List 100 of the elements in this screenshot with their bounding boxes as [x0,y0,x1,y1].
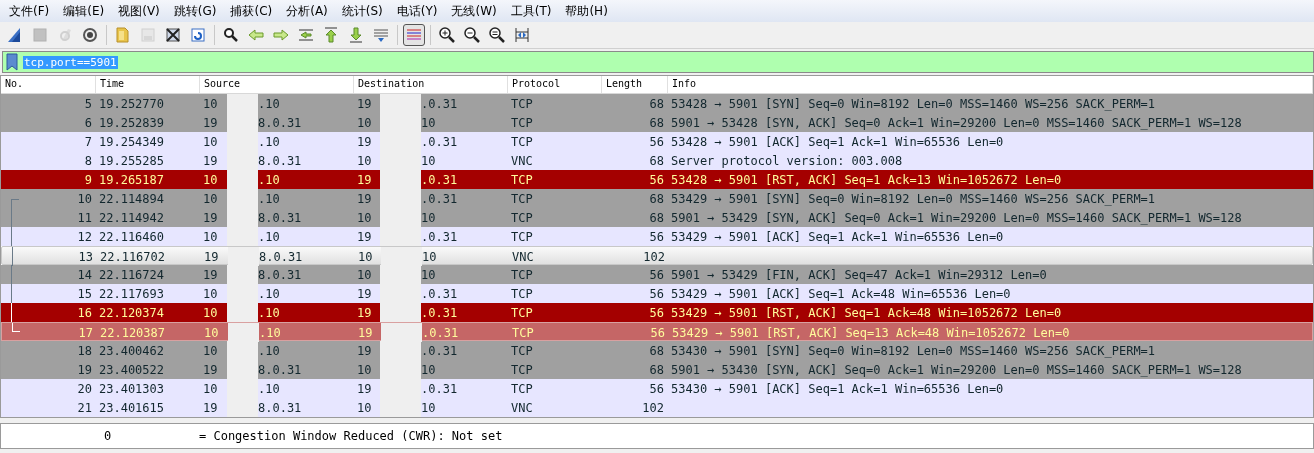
menu-item[interactable]: 无线(W) [444,2,504,20]
menu-item[interactable]: 工具(T) [503,2,559,20]
address-text: .10 [258,305,280,320]
time-cell-text: 22.116724 [98,267,166,282]
column-header[interactable]: Protocol [508,76,602,93]
length-cell-text: 56 [648,286,665,301]
column-header[interactable]: Source [200,76,354,93]
address-text: 10 [202,381,219,396]
packet-row[interactable]: 19 23.400522 19 8.0.31 10 10 TCP 68 5901 → 53430 [SYN, ACK] Seq=0 Ack=1 Win=29200 Len=0 MSS=1460 SACK_PERM=1 WS=128 [1,360,1313,379]
packet-row[interactable]: 21 23.401615 19 8.0.31 10 10 VNC 102 [1,398,1313,417]
packet-number: 5 [84,96,92,111]
menu-item[interactable]: 编辑(E) [56,2,112,20]
menu-item[interactable]: 统计(S) [334,2,390,20]
address-text: 10 [421,153,436,168]
protocol-cell-text: TCP [510,210,534,225]
packet-row[interactable]: 14 22.116724 19 8.0.31 10 10 TCP 56 5901 → 53429 [FIN, ACK] Seq=47 Ack=1 Win=29312 Len=0 [1,265,1313,284]
info-cell-text: 53430 → 5901 [SYN] Seq=0 Win=8192 Len=0 MSS=1460 WS=256 SACK_PERM=1 [670,343,1157,358]
length-cell-text: 68 [648,191,665,206]
protocol-cell-text: TCP [510,191,534,206]
protocol-cell-text: VNC [511,249,535,264]
menu-item[interactable]: 分析(A) [279,2,335,20]
protocol-cell-text: VNC [510,153,534,168]
packet-number: 16 [77,305,92,320]
time-cell-text: 23.400522 [98,362,166,377]
colorize-icon[interactable] [403,24,425,46]
column-header[interactable]: No. [1,76,96,93]
menu-item[interactable]: 文件(F) [2,2,57,20]
time-cell-text: 19.252839 [98,115,166,130]
packet-row[interactable]: 20 23.401303 10 .10 19 .0.31 TCP 56 53430 → 5901 [ACK] Seq=1 Ack=1 Win=65536 Len=0 [1,379,1313,398]
protocol-cell-text: VNC [510,400,534,415]
packet-row[interactable]: 18 23.400462 10 .10 19 .0.31 TCP 68 53430 → 5901 [SYN] Seq=0 Win=8192 Len=0 MSS=1460 WS=256 SACK_PERM=1 [1,341,1313,360]
address-text: .0.31 [421,96,458,111]
info-cell-text: 53428 → 5901 [SYN] Seq=0 Win=8192 Len=0 MSS=1460 WS=256 SACK_PERM=1 [670,96,1157,111]
address-text: 19 [202,267,219,282]
menu-item[interactable]: 帮助(H) [558,2,615,20]
address-text: .10 [258,343,280,358]
address-text: .10 [258,96,280,111]
column-header[interactable]: Time [96,76,200,93]
address-text: .10 [258,134,280,149]
packet-row[interactable]: 6 19.252839 19 8.0.31 10 10 TCP 68 5901 → 53428 [SYN, ACK] Seq=0 Ack=1 Win=29200 Len=0 MSS=1460 SACK_PERM=1 WS=128 [1,113,1313,132]
menu-item[interactable]: 视图(V) [111,2,167,20]
address-text: 19 [356,305,373,320]
address-text: 10 [421,267,436,282]
address-text: .10 [258,172,280,187]
packet-row[interactable]: 17 22.120387 10 .10 19 .0.31 TCP 56 53429 → 5901 [RST, ACK] Seq=13 Ack=48 Win=1052672 Len=0 [1,322,1313,341]
info-cell-text: 53429 → 5901 [SYN] Seq=0 Win=8192 Len=0 MSS=1460 WS=256 SACK_PERM=1 [670,191,1157,206]
address-text: 19 [202,153,219,168]
redaction-bar [381,323,422,342]
packet-row[interactable]: 9 19.265187 10 .10 19 .0.31 TCP 56 53428 → 5901 [RST, ACK] Seq=1 Ack=13 Win=1052672 Len=0 [1,170,1313,189]
menu-item[interactable]: 跳转(G) [166,2,224,20]
packet-number: 8 [84,153,92,168]
address-text: .10 [258,229,280,244]
protocol-cell-text: TCP [510,305,534,320]
address-text: 10 [356,267,373,282]
time-cell-text: 23.401615 [98,400,166,415]
bookmark-icon[interactable] [5,53,19,71]
address-text: 19 [356,172,373,187]
info-cell-text: 53428 → 5901 [RST, ACK] Seq=1 Ack=13 Win=1052672 Len=0 [670,172,1063,187]
time-cell-text: 23.400462 [98,343,166,358]
length-cell-text: 68 [648,115,665,130]
length-cell-text: 56 [649,325,666,340]
redaction-bar [380,227,421,246]
bit-value: 0 [103,429,113,443]
protocol-cell-text: TCP [510,343,534,358]
packet-row[interactable]: 8 19.255285 19 8.0.31 10 10 VNC 68 Server protocol version: 003.008 [1,151,1313,170]
address-text: 19 [356,343,373,358]
packet-number: 7 [84,134,92,149]
packet-row[interactable]: 10 22.114894 10 .10 19 .0.31 TCP 68 53429 → 5901 [SYN] Seq=0 Win=8192 Len=0 MSS=1460 WS=256 SACK_PERM=1 [1,189,1313,208]
length-cell-text: 68 [648,343,665,358]
packet-number: 10 [77,191,92,206]
address-text: 19 [203,249,220,264]
address-text: 10 [356,210,373,225]
time-cell-text: 19.265187 [98,172,166,187]
packet-row[interactable]: 12 22.116460 10 .10 19 .0.31 TCP 56 53429 → 5901 [ACK] Seq=1 Ack=1 Win=65536 Len=0 [1,227,1313,246]
address-text: 8.0.31 [258,362,302,377]
time-cell-text: 22.117693 [98,286,166,301]
packet-row[interactable]: 7 19.254349 10 .10 19 .0.31 TCP 56 53428 → 5901 [ACK] Seq=1 Ack=1 Win=65536 Len=0 [1,132,1313,151]
packet-number: 20 [77,381,92,396]
packet-row[interactable]: 11 22.114942 19 8.0.31 10 10 TCP 68 5901 → 53429 [SYN, ACK] Seq=0 Ack=1 Win=29200 Len=0 MSS=1460 SACK_PERM=1 WS=128 [1,208,1313,227]
packet-row[interactable]: 16 22.120374 10 .10 19 .0.31 TCP 56 53429 → 5901 [RST, ACK] Seq=1 Ack=48 Win=1052672 Len=0 [1,303,1313,322]
address-text: 10 [202,343,219,358]
info-cell-text: 53429 → 5901 [RST, ACK] Seq=1 Ack=48 Win=1052672 Len=0 [670,305,1063,320]
packet-row[interactable]: 13 22.116702 19 8.0.31 10 10 VNC 102 [1,246,1313,265]
address-text: 19 [356,96,373,111]
address-text: 10 [202,134,219,149]
menu-item[interactable]: 捕获(C) [223,2,280,20]
menu-item[interactable]: 电话(Y) [389,2,445,20]
address-text: 10 [356,153,373,168]
column-header[interactable]: Info [668,76,1313,93]
address-text: .10 [259,325,281,340]
field-description: = Congestion Window Reduced (CWR): Not set [199,429,503,443]
column-header[interactable]: Length [602,76,668,93]
protocol-cell-text: TCP [510,286,534,301]
address-text: 10 [356,115,373,130]
address-text: 19 [356,229,373,244]
info-cell-text: 53429 → 5901 [RST, ACK] Seq=13 Ack=48 Win=1052672 Len=0 [671,325,1071,340]
info-cell-text: 53429 → 5901 [ACK] Seq=1 Ack=48 Win=65536 Len=0 [670,286,1012,301]
column-header[interactable]: Destination [354,76,508,93]
packet-row[interactable]: 15 22.117693 10 .10 19 .0.31 TCP 56 53429 → 5901 [ACK] Seq=1 Ack=48 Win=65536 Len=0 [1,284,1313,303]
packet-row[interactable]: 5 19.252770 10 .10 19 .0.31 TCP 68 53428 → 5901 [SYN] Seq=0 Win=8192 Len=0 MSS=1460 WS=256 SACK_PERM=1 [1,94,1313,113]
